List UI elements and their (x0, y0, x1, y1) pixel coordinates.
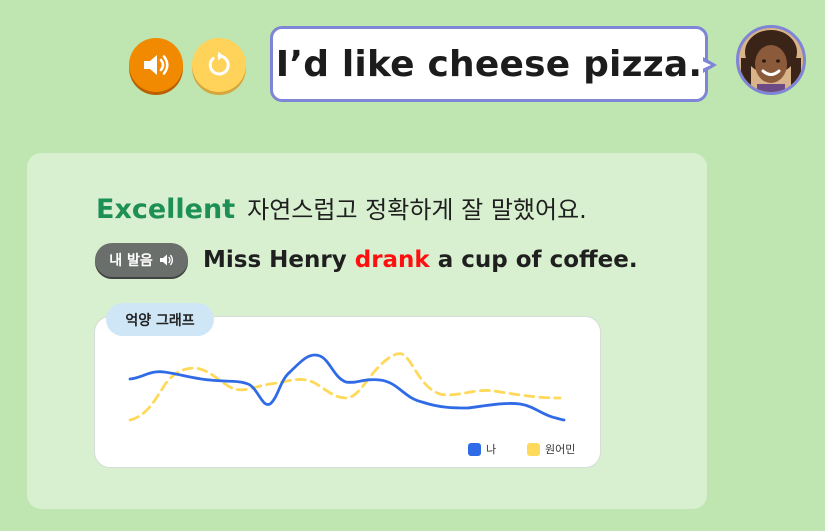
legend-swatch-native (527, 442, 540, 456)
prompt-speech-bubble: I’d like cheese pizza. (270, 26, 708, 102)
avatar-portrait (739, 28, 803, 92)
legend-item-native: 원어민 (527, 441, 575, 457)
legend-swatch-me (468, 442, 481, 456)
speaker-icon (144, 55, 169, 75)
intonation-graph-tag: 억양 그래프 (106, 303, 214, 336)
my-pronunciation-label: 내 발음 (109, 253, 153, 269)
legend-label-me: 나 (486, 443, 497, 456)
highlighted-word: drank (354, 247, 430, 273)
rating-message: 자연스럽고 정확하게 잘 말했어요. (247, 196, 587, 224)
replay-icon (208, 51, 230, 76)
speaker-icon (159, 254, 173, 266)
legend-label-native: 원어민 (545, 443, 576, 456)
spoken-sentence: Miss Henry drank a cup of coffee. (203, 247, 638, 273)
rating-row: Excellent 자연스럽고 정확하게 잘 말했어요. (96, 190, 587, 225)
replay-button[interactable] (192, 38, 246, 92)
avatar (736, 25, 806, 95)
rating-label: Excellent (96, 194, 236, 225)
native-speaker-line (128, 352, 562, 422)
play-audio-button[interactable] (129, 38, 183, 92)
legend-item-me: 나 (468, 441, 496, 457)
prompt-sentence: I’d like cheese pizza. (275, 43, 703, 85)
my-voice-line (128, 353, 566, 422)
bubble-tail-fill (700, 60, 711, 70)
speaking-practice-screen: I’d like cheese pizza. Excellent 자연스럽고 정… (0, 0, 825, 531)
my-pronunciation-button[interactable]: 내 발음 (95, 243, 188, 277)
sentence-part-after: a cup of coffee. (429, 247, 638, 273)
sentence-part-before: Miss Henry (203, 247, 355, 273)
intonation-graph (128, 352, 566, 422)
